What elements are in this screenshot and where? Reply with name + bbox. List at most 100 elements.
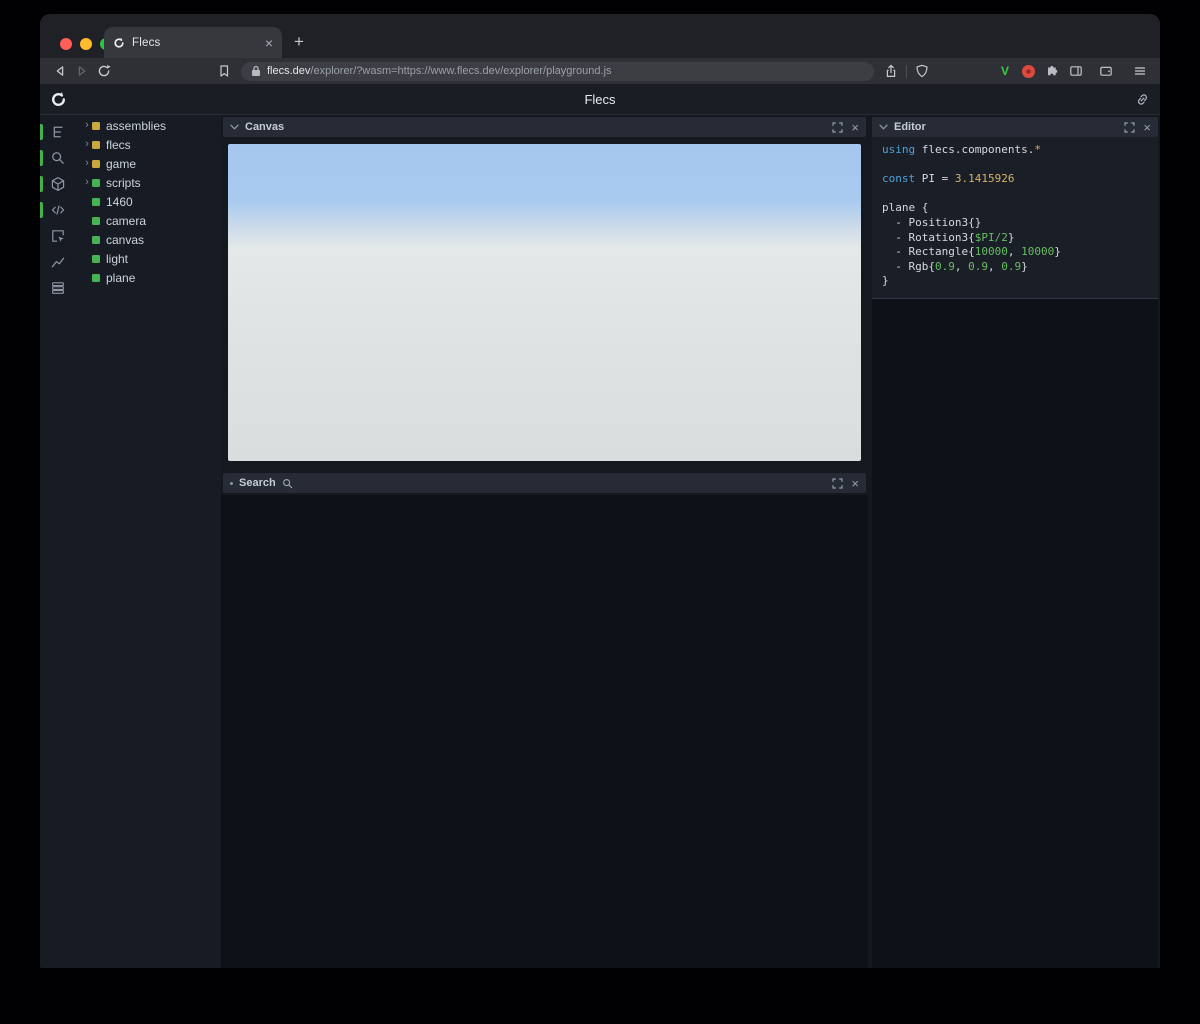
app-header: Flecs	[40, 84, 1160, 115]
rail-tree-icon[interactable]	[40, 119, 76, 145]
tree-item-label: camera	[106, 213, 147, 228]
address-bar[interactable]: flecs.dev/explorer/?wasm=https://www.fle…	[241, 61, 874, 81]
extension-red-icon[interactable]	[1018, 61, 1038, 81]
new-tab-button[interactable]: +	[288, 31, 310, 53]
code-line: - Rectangle{10000, 10000}	[882, 245, 1148, 260]
editor-panel-body	[872, 298, 1158, 968]
tree-item-1460[interactable]: 1460	[76, 192, 221, 211]
chevron-down-icon[interactable]	[879, 124, 888, 130]
tree-item-game[interactable]: › game	[76, 154, 221, 173]
code-token-def: }	[882, 274, 889, 288]
entity-swatch-icon	[92, 254, 100, 263]
tree-item-light[interactable]: light	[76, 249, 221, 268]
tree-item-label: flecs	[106, 137, 131, 152]
code-token-def: ,	[1007, 245, 1022, 259]
sidebar-toggle-icon[interactable]	[1066, 61, 1086, 81]
window-close-button[interactable]	[60, 38, 72, 50]
page-title: Flecs	[584, 91, 616, 107]
tree-item-scripts[interactable]: › scripts	[76, 173, 221, 192]
extension-v-icon[interactable]: V	[996, 61, 1014, 81]
chevron-down-icon[interactable]	[230, 124, 239, 130]
code-token-def: ,	[954, 259, 969, 273]
browser-tab[interactable]: Flecs ×	[104, 27, 282, 58]
forward-button[interactable]	[72, 61, 92, 81]
rail-code-icon[interactable]	[40, 197, 76, 223]
tree-item-flecs[interactable]: › flecs	[76, 135, 221, 154]
tab-title: Flecs	[132, 36, 161, 49]
search-panel-title: Search	[239, 477, 276, 489]
rail-cube-icon[interactable]	[40, 171, 76, 197]
close-icon[interactable]: ×	[851, 121, 859, 134]
window-minimize-button[interactable]	[80, 38, 92, 50]
close-icon[interactable]: ×	[851, 477, 859, 490]
wallet-icon[interactable]	[1096, 61, 1116, 81]
code-token-val: 0.9	[968, 259, 988, 273]
code-token-def: - Rotation3{	[882, 230, 975, 244]
left-icon-rail	[40, 115, 76, 968]
tab-close-icon[interactable]: ×	[265, 36, 273, 50]
code-editor[interactable]: using flecs.components.* const PI = 3.14…	[872, 137, 1158, 299]
tree-item-label: game	[106, 156, 137, 171]
canvas-3d-viewport[interactable]	[228, 144, 861, 461]
tree-item-camera[interactable]: camera	[76, 211, 221, 230]
code-token-def: - Position3{}	[882, 215, 982, 229]
back-button[interactable]	[50, 61, 70, 81]
search-panel-body	[221, 495, 868, 968]
tree-item-assemblies[interactable]: › assemblies	[76, 116, 221, 135]
code-token-val: 0.9	[934, 259, 955, 273]
browser-window: Flecs × + flecs.dev/explorer/?wasm=https…	[40, 14, 1160, 968]
reload-button[interactable]	[94, 61, 114, 81]
code-token-def: plane {	[882, 201, 929, 215]
code-token-val: 10000	[1021, 245, 1055, 259]
module-swatch-icon	[92, 140, 100, 149]
rail-rows-icon[interactable]	[40, 275, 76, 301]
expand-chevron-icon[interactable]: ›	[82, 120, 92, 131]
entity-swatch-icon	[92, 273, 100, 282]
rail-stats-icon[interactable]	[40, 249, 76, 275]
code-token-val: 0.9	[1001, 259, 1022, 273]
module-swatch-icon	[92, 159, 100, 168]
expand-icon[interactable]	[832, 477, 844, 489]
search-icon	[282, 478, 293, 489]
close-icon[interactable]: ×	[1143, 121, 1151, 134]
extension-icons: V	[996, 61, 1150, 81]
expand-chevron-icon[interactable]: ›	[82, 177, 92, 188]
canvas-panel-header: Canvas ×	[223, 117, 866, 137]
code-token-def: - Rgb{	[882, 259, 935, 273]
code-token-def: - Rectangle{	[882, 245, 975, 259]
expand-icon[interactable]	[832, 121, 844, 133]
code-token-val: $PI/2	[974, 230, 1008, 244]
tree-item-label: assemblies	[106, 118, 167, 133]
code-token-def: }	[1007, 230, 1015, 244]
tree-item-canvas[interactable]: canvas	[76, 230, 221, 249]
browser-tab-bar: Flecs × +	[40, 14, 1160, 58]
tree-item-plane[interactable]: plane	[76, 268, 221, 287]
tree-item-label: 1460	[106, 194, 133, 209]
code-token-kw: const	[882, 172, 922, 186]
extensions-puzzle-icon[interactable]	[1042, 61, 1062, 81]
panel-bullet-icon[interactable]	[230, 481, 233, 485]
code-line: }	[882, 274, 1148, 289]
tree-item-label: plane	[106, 270, 136, 285]
bookmark-icon[interactable]	[214, 61, 234, 81]
share-icon[interactable]	[881, 61, 901, 81]
code-token-kw: using	[882, 143, 922, 156]
editor-panel: Editor × using flecs.components.* const …	[868, 115, 1160, 968]
browser-toolbar: flecs.dev/explorer/?wasm=https://www.fle…	[40, 58, 1160, 84]
expand-chevron-icon[interactable]: ›	[82, 139, 92, 150]
entity-swatch-icon	[92, 197, 100, 206]
shield-icon[interactable]	[912, 61, 932, 81]
rail-inspect-icon[interactable]	[40, 223, 76, 249]
rail-search-icon[interactable]	[40, 145, 76, 171]
expand-icon[interactable]	[1124, 121, 1136, 133]
flecs-favicon-icon	[113, 37, 125, 49]
link-icon[interactable]	[1135, 92, 1150, 107]
code-token-val: 10000	[974, 245, 1008, 259]
code-token-num: *	[1034, 143, 1041, 156]
code-token-num: 3.1415926	[954, 172, 1015, 186]
menu-icon[interactable]	[1130, 61, 1150, 81]
search-panel-header: Search ×	[223, 473, 866, 493]
code-token-def: }	[1054, 245, 1061, 259]
expand-chevron-icon[interactable]: ›	[82, 158, 92, 169]
